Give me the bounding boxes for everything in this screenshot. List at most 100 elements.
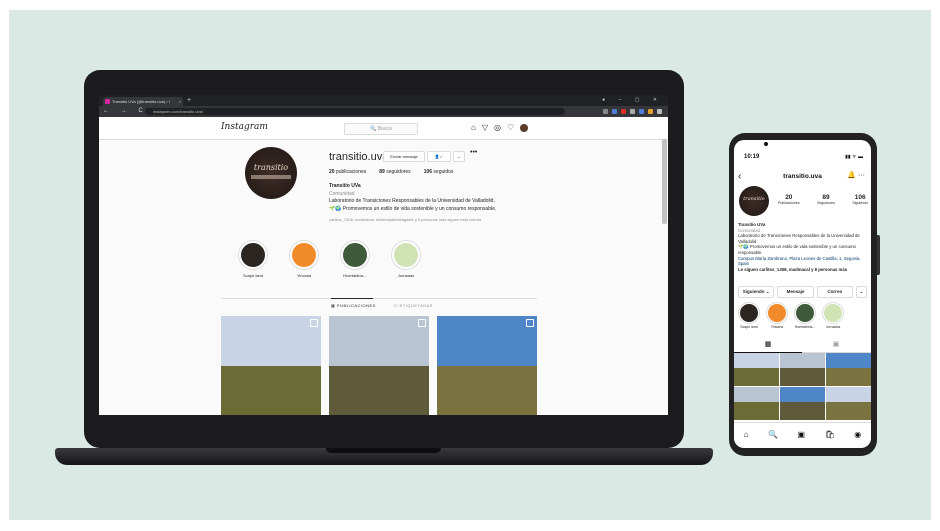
- header-nav: ⌂ ▽ ◎ ♡: [471, 122, 529, 133]
- post-image: [780, 367, 825, 386]
- highlight-cover: [823, 303, 843, 323]
- scrollbar[interactable]: [662, 139, 667, 224]
- extension-icon[interactable]: [639, 109, 644, 114]
- bookmark-icon[interactable]: [603, 109, 608, 114]
- post-image: [734, 367, 779, 386]
- extension-icon[interactable]: [648, 109, 653, 114]
- highlight-item[interactable]: Huertabilos...: [794, 303, 816, 329]
- suggestions-button[interactable]: ⌄: [453, 151, 465, 162]
- shop-icon[interactable]: 🛍: [825, 430, 835, 439]
- email-button[interactable]: Correo: [816, 286, 853, 298]
- post-thumbnail[interactable]: [780, 353, 825, 386]
- heart-icon[interactable]: ♡: [507, 122, 514, 133]
- profile-username: transitio.uva: [329, 151, 389, 163]
- highlight-cover: [392, 241, 420, 269]
- phone-side-button: [877, 235, 880, 275]
- carousel-icon: [310, 319, 318, 327]
- highlight-item[interactable]: Scape land: [237, 241, 269, 278]
- following-stat[interactable]: 106 Siguiendo: [852, 194, 868, 205]
- highlight-label: Scape land: [740, 325, 758, 329]
- window-controls[interactable]: ● – ▢ ✕: [602, 95, 663, 106]
- post-thumbnail[interactable]: [780, 387, 825, 420]
- profile-icon[interactable]: [657, 109, 662, 114]
- highlight-item[interactable]: Jornadas: [390, 241, 422, 278]
- close-tab-icon[interactable]: ×: [179, 97, 181, 106]
- notification-bell-icon[interactable]: 🔔 ···: [847, 171, 865, 179]
- post-image: [734, 353, 779, 368]
- post-image: [780, 353, 825, 368]
- mobile-tabs: ▦ ▣: [734, 338, 871, 353]
- highlight-label: Huertabilos...: [794, 325, 816, 329]
- carousel-icon: [526, 319, 534, 327]
- profile-name: Transitio UVa: [329, 183, 361, 189]
- post-thumbnail[interactable]: [221, 316, 321, 415]
- post-thumbnail[interactable]: [734, 353, 779, 386]
- post-thumbnail[interactable]: [826, 387, 871, 420]
- post-thumbnail[interactable]: [329, 316, 429, 415]
- followers-stat[interactable]: 89 seguidores: [379, 169, 410, 175]
- highlight-cover: [239, 241, 267, 269]
- avatar[interactable]: [520, 124, 529, 132]
- highlight-cover: [767, 303, 787, 323]
- following-button[interactable]: 👤✓: [427, 151, 451, 162]
- more-button[interactable]: ⌄: [855, 286, 868, 298]
- address-link[interactable]: Campus María Zambrano, Plaza Leones de C…: [738, 256, 870, 267]
- posts-stat: 20 publicaciones: [329, 169, 367, 175]
- phone-screen: 10:19 ▮▮ ᯤ ▬ ‹ transitio.uva 🔔 ··· trans…: [734, 140, 871, 448]
- following-button[interactable]: Siguiendo ⌄: [738, 286, 775, 298]
- post-image: [437, 316, 537, 366]
- post-tabs: ▦ PUBLICACIONES ☐ ETIQUETADAS: [331, 303, 433, 308]
- tab-publicaciones[interactable]: ▦ PUBLICACIONES: [331, 303, 376, 308]
- highlight-cover: [290, 241, 318, 269]
- mobile-highlights: Scape land Yincana Huertabilos... Jornad…: [738, 303, 844, 329]
- post-image: [437, 366, 537, 415]
- mobile-avatar[interactable]: transitio: [739, 186, 769, 216]
- post-thumbnail[interactable]: [734, 387, 779, 420]
- profile-category: Comunidad: [329, 190, 355, 197]
- post-image: [780, 387, 825, 402]
- profile-avatar[interactable]: transitio: [245, 147, 297, 199]
- instagram-logo[interactable]: Instagram: [221, 122, 268, 132]
- highlight-item[interactable]: Jornadas: [822, 303, 844, 329]
- extension-icon[interactable]: [630, 109, 635, 114]
- profile-icon[interactable]: ◉: [854, 430, 861, 439]
- message-button[interactable]: Enviar mensaje: [383, 151, 425, 162]
- highlights: Scape land Yincana Huertabilos... Jornad…: [237, 241, 422, 278]
- home-icon[interactable]: ⌂: [471, 122, 476, 133]
- more-options-icon[interactable]: •••: [470, 149, 477, 156]
- explore-icon[interactable]: ◎: [494, 122, 501, 133]
- bio-line: Laboratorio de Transiciones Responsables…: [738, 233, 860, 244]
- following-stat[interactable]: 106 seguidos: [424, 169, 454, 175]
- tabs-divider: [221, 298, 537, 299]
- tagged-tab-icon[interactable]: ▣: [802, 338, 870, 352]
- home-icon[interactable]: ⌂: [744, 430, 749, 439]
- post-image: [329, 316, 429, 366]
- search-icon[interactable]: 🔍: [768, 430, 778, 439]
- search-input[interactable]: 🔍 Busca: [344, 123, 418, 135]
- post-thumbnail[interactable]: [437, 316, 537, 415]
- followed-by[interactable]: Le siguen carlitos_1308, madmacal y 8 pe…: [738, 267, 870, 273]
- extension-icon[interactable]: [612, 109, 617, 114]
- highlight-item[interactable]: Yincana: [288, 241, 320, 278]
- new-tab-button[interactable]: +: [187, 96, 191, 105]
- highlight-label: Jornadas: [825, 325, 841, 329]
- mobile-post-grid: [734, 353, 871, 420]
- highlight-item[interactable]: Huertabilos...: [339, 241, 371, 278]
- extension-icon[interactable]: [621, 109, 626, 114]
- followers-stat[interactable]: 89 Seguidores: [817, 194, 835, 205]
- followed-by[interactable]: carlitos_1308, madmacal, alimentadesdeag…: [329, 216, 589, 224]
- grid-tab-icon[interactable]: ▦: [734, 338, 802, 353]
- highlight-item[interactable]: Yincana: [766, 303, 788, 329]
- avatar-logo-text: transitio: [253, 163, 289, 172]
- laptop-screen: Transitio UVa (@transitio.uva) • I × + ●…: [99, 95, 668, 415]
- highlight-item[interactable]: Scape land: [738, 303, 760, 329]
- direct-icon[interactable]: ▽: [482, 122, 488, 133]
- laptop-notch: [326, 448, 441, 453]
- tab-etiquetadas[interactable]: ☐ ETIQUETADAS: [394, 303, 433, 308]
- post-thumbnail[interactable]: [826, 353, 871, 386]
- url-field[interactable]: instagram.com/transitio.uva/: [145, 108, 565, 115]
- browser-tab[interactable]: Transitio UVa (@transitio.uva) • I ×: [103, 97, 183, 106]
- message-button[interactable]: Mensaje: [777, 286, 814, 298]
- post-image: [826, 401, 871, 420]
- reels-icon[interactable]: ▣: [798, 430, 806, 439]
